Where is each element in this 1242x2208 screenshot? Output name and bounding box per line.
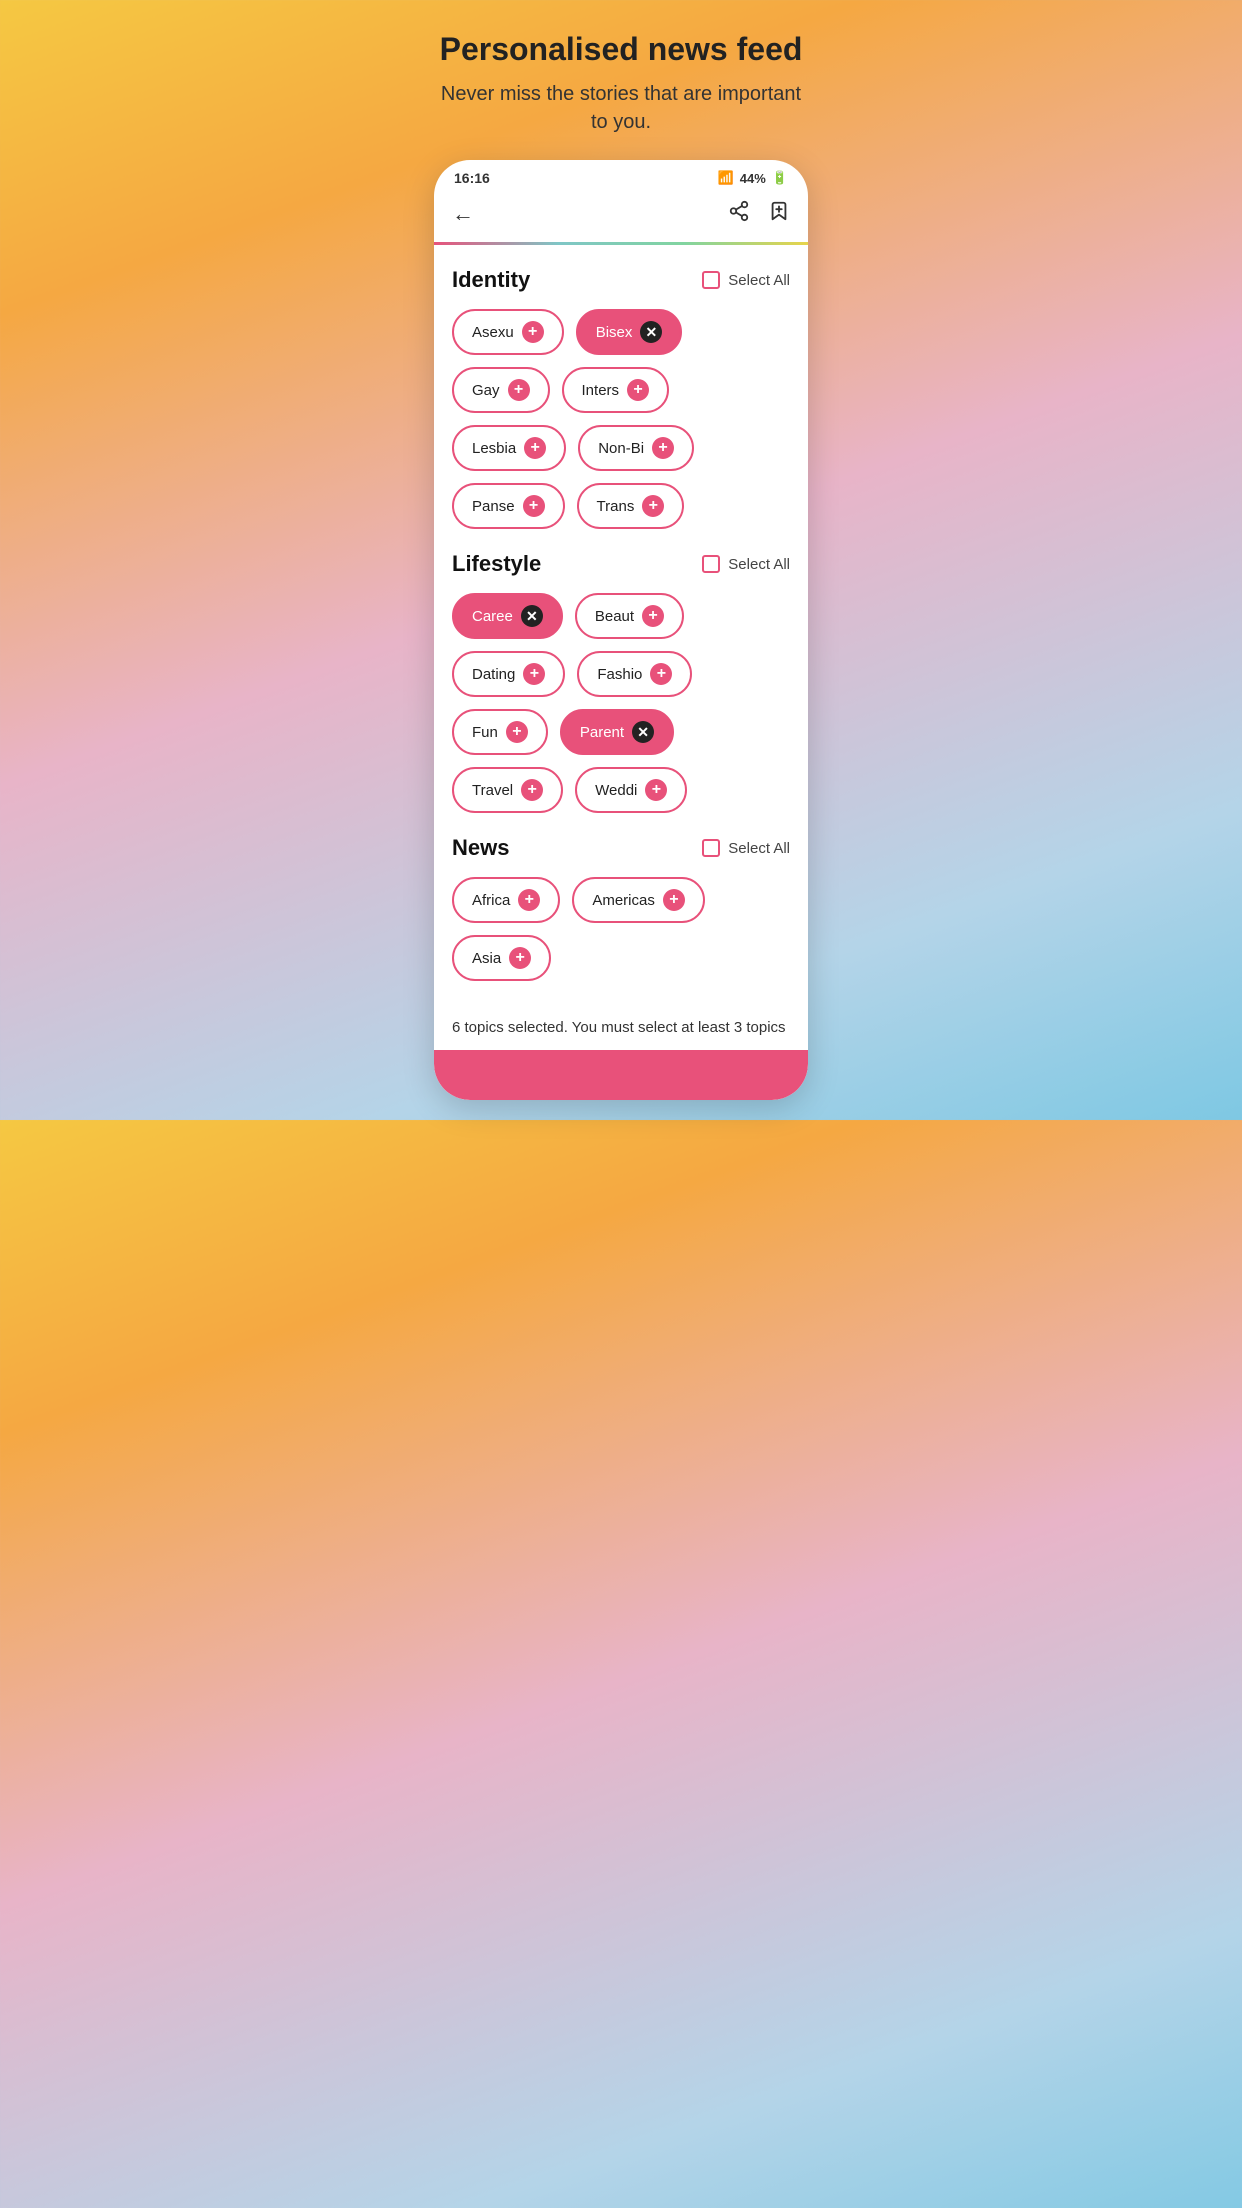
- select-all-lifestyle[interactable]: Select All: [702, 555, 790, 573]
- tag-asexu[interactable]: Asexu +: [452, 309, 564, 355]
- tag-beaut[interactable]: Beaut +: [575, 593, 684, 639]
- tag-gay[interactable]: Gay +: [452, 367, 550, 413]
- select-all-label-identity: Select All: [728, 272, 790, 289]
- tag-remove-caree[interactable]: ✕: [521, 605, 543, 627]
- section-header-identity: Identity Select All: [452, 267, 790, 293]
- tag-lesbia[interactable]: Lesbia +: [452, 425, 566, 471]
- tag-parent[interactable]: Parent ✕: [560, 709, 674, 755]
- select-all-news[interactable]: Select All: [702, 839, 790, 857]
- tag-label-asexu: Asexu: [472, 324, 514, 341]
- tag-label-inters: Inters: [582, 382, 620, 399]
- footer-message: 6 topics selected. You must select at le…: [434, 1001, 808, 1050]
- tag-label-parent: Parent: [580, 724, 624, 741]
- section-header-news: News Select All: [452, 835, 790, 861]
- phone-frame: 16:16 📶 44% 🔋 ←: [434, 160, 808, 1100]
- tag-label-caree: Caree: [472, 608, 513, 625]
- tag-add-asia[interactable]: +: [509, 947, 531, 969]
- status-time: 16:16: [454, 170, 490, 186]
- tag-add-panse[interactable]: +: [523, 495, 545, 517]
- select-all-checkbox-lifestyle[interactable]: [702, 555, 720, 573]
- tag-add-africa[interactable]: +: [518, 889, 540, 911]
- tag-panse[interactable]: Panse +: [452, 483, 565, 529]
- identity-tags: Asexu + Bisex ✕ Gay + Inters +: [452, 309, 790, 529]
- content-scroll: Identity Select All Asexu + Bisex ✕: [434, 245, 808, 1001]
- section-news: News Select All Africa + Americas +: [452, 835, 790, 981]
- pink-bottom-bar: [434, 1050, 808, 1100]
- tag-label-trans: Trans: [597, 498, 635, 515]
- battery-text: 44%: [740, 171, 766, 186]
- page-subheadline: Never miss the stories that are importan…: [434, 80, 808, 136]
- battery-icon: 🔋: [772, 170, 788, 186]
- tag-label-beaut: Beaut: [595, 608, 634, 625]
- section-title-lifestyle: Lifestyle: [452, 551, 541, 577]
- tag-add-weddi[interactable]: +: [645, 779, 667, 801]
- tag-bisex[interactable]: Bisex ✕: [576, 309, 683, 355]
- select-all-checkbox-identity[interactable]: [702, 271, 720, 289]
- tag-label-fun: Fun: [472, 724, 498, 741]
- nav-bar: ←: [434, 192, 808, 245]
- tag-add-gay[interactable]: +: [508, 379, 530, 401]
- tag-travel[interactable]: Travel +: [452, 767, 563, 813]
- news-tags: Africa + Americas + Asia +: [452, 877, 790, 981]
- tag-label-africa: Africa: [472, 892, 510, 909]
- tag-add-travel[interactable]: +: [521, 779, 543, 801]
- tag-add-americas[interactable]: +: [663, 889, 685, 911]
- section-header-lifestyle: Lifestyle Select All: [452, 551, 790, 577]
- section-title-news: News: [452, 835, 509, 861]
- back-button[interactable]: ←: [452, 201, 474, 227]
- tag-inters[interactable]: Inters +: [562, 367, 670, 413]
- tag-caree[interactable]: Caree ✕: [452, 593, 563, 639]
- tag-fashio[interactable]: Fashio +: [577, 651, 692, 697]
- tag-add-fun[interactable]: +: [506, 721, 528, 743]
- tag-trans[interactable]: Trans +: [577, 483, 685, 529]
- select-all-checkbox-news[interactable]: [702, 839, 720, 857]
- section-identity: Identity Select All Asexu + Bisex ✕: [452, 267, 790, 529]
- tag-label-asia: Asia: [472, 950, 501, 967]
- outer-wrapper: Personalised news feed Never miss the st…: [414, 0, 828, 1120]
- tag-add-dating[interactable]: +: [523, 663, 545, 685]
- tag-add-fashio[interactable]: +: [650, 663, 672, 685]
- tag-add-asexu[interactable]: +: [522, 321, 544, 343]
- tag-label-nonbi: Non-Bi: [598, 440, 644, 457]
- tag-label-travel: Travel: [472, 782, 513, 799]
- section-lifestyle: Lifestyle Select All Caree ✕ Beaut +: [452, 551, 790, 813]
- tag-weddi[interactable]: Weddi +: [575, 767, 687, 813]
- tag-remove-parent[interactable]: ✕: [632, 721, 654, 743]
- tag-label-bisex: Bisex: [596, 324, 633, 341]
- section-title-identity: Identity: [452, 267, 530, 293]
- wifi-icon: 📶: [718, 170, 734, 186]
- tag-add-beaut[interactable]: +: [642, 605, 664, 627]
- tag-add-lesbia[interactable]: +: [524, 437, 546, 459]
- lifestyle-tags: Caree ✕ Beaut + Dating + Fashio +: [452, 593, 790, 813]
- tag-label-lesbia: Lesbia: [472, 440, 516, 457]
- tag-fun[interactable]: Fun +: [452, 709, 548, 755]
- tag-label-dating: Dating: [472, 666, 515, 683]
- page-headline: Personalised news feed: [440, 30, 803, 68]
- tag-label-panse: Panse: [472, 498, 515, 515]
- select-all-identity[interactable]: Select All: [702, 271, 790, 289]
- tag-nonbi[interactable]: Non-Bi +: [578, 425, 694, 471]
- share-button[interactable]: [728, 200, 750, 228]
- select-all-label-lifestyle: Select All: [728, 556, 790, 573]
- select-all-label-news: Select All: [728, 840, 790, 857]
- tag-dating[interactable]: Dating +: [452, 651, 565, 697]
- tag-americas[interactable]: Americas +: [572, 877, 705, 923]
- status-right: 📶 44% 🔋: [718, 170, 788, 186]
- tag-africa[interactable]: Africa +: [452, 877, 560, 923]
- tag-remove-bisex[interactable]: ✕: [640, 321, 662, 343]
- tag-asia[interactable]: Asia +: [452, 935, 551, 981]
- tag-label-fashio: Fashio: [597, 666, 642, 683]
- status-bar: 16:16 📶 44% 🔋: [434, 160, 808, 192]
- tag-add-trans[interactable]: +: [642, 495, 664, 517]
- tag-label-gay: Gay: [472, 382, 500, 399]
- bookmark-button[interactable]: [768, 200, 790, 228]
- tag-label-americas: Americas: [592, 892, 655, 909]
- tag-add-inters[interactable]: +: [627, 379, 649, 401]
- tag-add-nonbi[interactable]: +: [652, 437, 674, 459]
- nav-icons: [728, 200, 790, 228]
- tag-label-weddi: Weddi: [595, 782, 637, 799]
